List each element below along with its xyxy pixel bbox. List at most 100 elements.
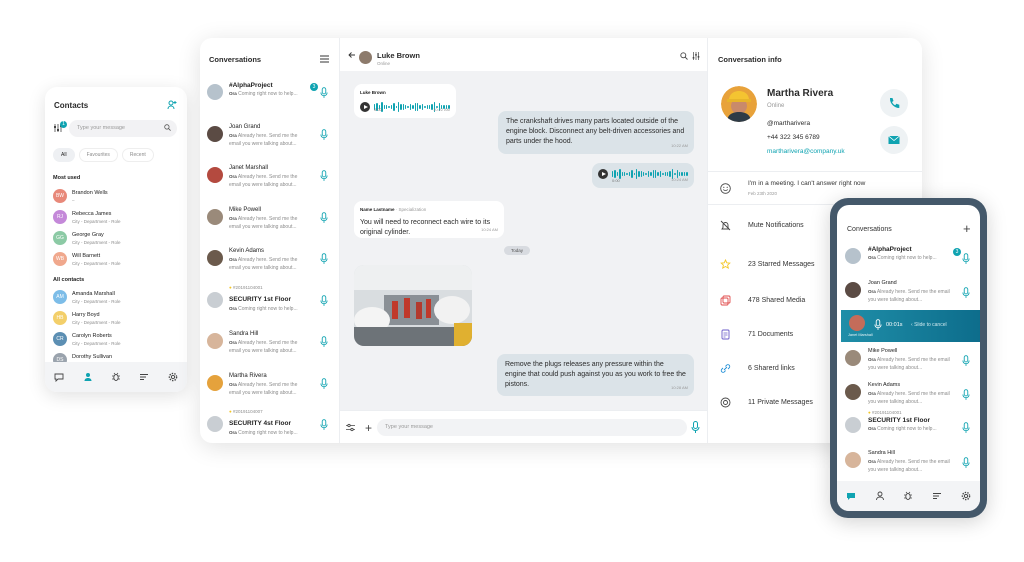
conversation-row[interactable]: ● #20191104007 SECURITY 4st Floor Ora Comi… — [200, 409, 340, 443]
microphone-icon[interactable] — [320, 418, 328, 430]
new-conversation-plus-icon[interactable]: + — [963, 221, 971, 236]
all-contacts-heading: All contacts — [53, 277, 85, 283]
contacts-search-input[interactable]: Type your message — [69, 120, 177, 137]
play-button[interactable] — [360, 102, 370, 112]
attachment-options-icon[interactable] — [346, 423, 355, 432]
message-input[interactable]: Type your message — [377, 419, 687, 436]
conversation-row[interactable]: Joan Grand Ora Already here. Send me the … — [837, 277, 980, 310]
message-text: The crankshaft drives many parts located… — [506, 118, 685, 145]
search-icon[interactable] — [164, 124, 171, 131]
contact-row[interactable]: HB Harry Boyd City - Department - Role — [53, 309, 178, 329]
conversation-row[interactable]: Mike Powell Ora Already here. Send me the… — [200, 202, 340, 243]
microphone-icon[interactable] — [962, 354, 970, 366]
email-button[interactable] — [880, 126, 908, 154]
day-separator: Today — [504, 246, 531, 255]
microphone-icon[interactable] — [320, 86, 328, 98]
conversation-row[interactable]: Janet Marshall Ora Already here. Send me … — [200, 160, 340, 201]
conversation-preview: Ora Already here. Send me the email you … — [229, 174, 298, 188]
conversation-row[interactable]: Kevin Adams Ora Already here. Send me the… — [837, 379, 980, 412]
microphone-icon[interactable] — [320, 211, 328, 223]
microphone-icon[interactable] — [320, 169, 328, 181]
contact-row[interactable]: BW Brandon Wells – — [53, 187, 178, 207]
conversation-row[interactable]: Sandra Hill Ora Already here. Send me the… — [837, 447, 980, 480]
contact-row[interactable]: WB Will Barnett City - Department - Role — [53, 250, 178, 270]
waveform-bar — [414, 103, 417, 111]
waveform-bar — [621, 172, 623, 176]
contact-name: Brandon Wells — [72, 190, 108, 196]
microphone-icon[interactable] — [962, 286, 970, 298]
waveform-bar — [412, 104, 414, 110]
conversation-row[interactable]: #AlphaProject Ora Coming right now to hel… — [837, 243, 980, 276]
contact-row[interactable]: GG George Gray City - Department - Role — [53, 229, 178, 249]
message-text: You will need to reconnect each wire to … — [360, 219, 491, 236]
contacts-title: Contacts — [54, 101, 89, 110]
recording-user-name: Janet Marshall — [848, 333, 873, 337]
contact-details: City - Department - Role — [72, 261, 121, 266]
conversation-row[interactable]: ● #20191104001 SECURITY 1st Floor Ora Comi… — [837, 410, 980, 445]
contacts-nav-icon[interactable] — [83, 372, 93, 382]
tab-recent[interactable]: Recent — [121, 148, 154, 162]
menu-icon[interactable] — [320, 55, 329, 63]
contact-avatar: GG — [53, 231, 67, 245]
microphone-icon[interactable] — [320, 294, 328, 306]
chat-nav-icon[interactable] — [54, 372, 64, 382]
conversation-row[interactable]: Mike Powell Ora Already here. Send me the… — [837, 345, 980, 378]
microphone-icon[interactable] — [962, 252, 970, 264]
plus-icon[interactable]: + — [365, 421, 372, 435]
conversation-row[interactable]: Martha Rivera Ora Already here. Send me t… — [200, 368, 340, 409]
message-time: 10:24 AM — [481, 227, 498, 232]
list-icon[interactable] — [139, 372, 149, 382]
document-icon — [721, 329, 730, 340]
contact-row[interactable]: RJ Rebecca James City - Department - Role — [53, 208, 178, 228]
waveform-bar — [664, 172, 666, 176]
shared-photo[interactable] — [354, 265, 472, 346]
settings-sliders-icon[interactable] — [692, 52, 700, 60]
play-button[interactable] — [598, 169, 608, 179]
microphone-icon[interactable] — [962, 388, 970, 400]
waveform-bar — [623, 171, 626, 177]
microphone-icon[interactable] — [962, 421, 970, 433]
conversation-preview: Ora Coming right now to help... — [229, 305, 298, 312]
conversation-preview: Ora Already here. Send me the email you … — [229, 132, 298, 147]
conversation-preview: Ora Already here. Send me the email you … — [868, 357, 950, 371]
microphone-icon[interactable] — [320, 252, 328, 264]
bug-icon[interactable] — [903, 491, 913, 501]
slide-to-cancel-hint[interactable]: ‹ Slide to cancel — [911, 322, 947, 328]
search-icon[interactable] — [680, 52, 688, 60]
mobile-bottom-nav — [837, 481, 980, 511]
waveform-bar — [633, 172, 635, 176]
contact-row[interactable]: AM Amanda Marshall City - Department - Rol… — [53, 288, 178, 308]
contact-email[interactable]: martharivera@company.uk — [767, 148, 845, 155]
gear-icon[interactable] — [961, 491, 971, 501]
conversation-name: Joan Grand — [868, 280, 897, 286]
back-arrow-icon[interactable] — [348, 51, 356, 59]
conversation-row[interactable]: #AlphaProject Ora Coming right now to hel… — [200, 77, 340, 118]
gear-icon[interactable] — [168, 372, 178, 382]
microphone-icon[interactable] — [320, 335, 328, 347]
add-contact-icon[interactable] — [167, 100, 177, 110]
contacts-nav-icon[interactable] — [875, 491, 885, 501]
engine-photo-image — [354, 265, 472, 346]
microphone-icon[interactable] — [874, 319, 882, 331]
voice-recording-bar[interactable]: 00:01s ‹ Slide to cancel Janet Marshall — [841, 310, 980, 342]
chat-nav-icon[interactable] — [846, 491, 856, 501]
tab-favourites[interactable]: Favourites — [78, 148, 118, 162]
contact-row[interactable]: CR Carolyn Roberts City - Department - Rol… — [53, 330, 178, 350]
conversation-row[interactable]: Kevin Adams Ora Already here. Send me the… — [200, 243, 340, 284]
waveform-bar — [419, 104, 421, 110]
conversation-row[interactable]: Sandra Hill Ora Already here. Send me the… — [200, 326, 340, 367]
conversation-avatar — [207, 167, 223, 183]
conversation-name: Sandra Hill — [229, 331, 259, 337]
microphone-icon[interactable] — [320, 377, 328, 389]
microphone-icon[interactable] — [691, 421, 700, 434]
tab-all[interactable]: All — [53, 148, 75, 162]
microphone-icon[interactable] — [962, 456, 970, 468]
conversation-avatar — [845, 452, 861, 468]
conversation-row[interactable]: Joan Grand Ora Already here. Send me the … — [200, 119, 340, 160]
list-icon[interactable] — [932, 491, 942, 501]
conversation-row[interactable]: ● #20191104001 SECURITY 1st Floor Ora Comi… — [200, 285, 340, 326]
call-button[interactable] — [880, 89, 908, 117]
contact-avatar: CR — [53, 332, 67, 346]
bug-icon[interactable] — [111, 372, 121, 382]
microphone-icon[interactable] — [320, 128, 328, 140]
